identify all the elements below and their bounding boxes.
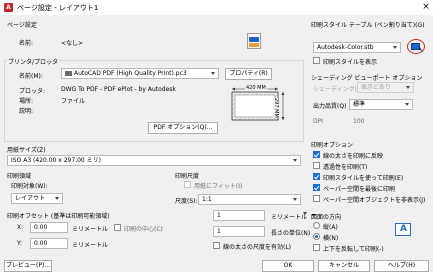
plot-area-group-label: 印刷領域 [7, 173, 32, 180]
plot-target-label: 印刷対象(W): [11, 183, 48, 190]
description-label: 説明: [19, 108, 34, 115]
landscape-label: 横(N) [323, 235, 339, 242]
printer-name-select[interactable]: AutoCAD PDF (High Quality Print).pc3 [61, 68, 219, 79]
plot-lineweights-label: 線の太さを印刷に反映 [323, 153, 384, 160]
plotter-value: DWG To PDF - PDF ePlot - by Autodesk [61, 86, 176, 93]
fit-to-paper-checkbox[interactable] [184, 181, 191, 188]
help-button[interactable]: ヘルプ(H) [374, 260, 429, 272]
center-plot-label: 印刷の中心(C) [124, 226, 163, 233]
plot-style-select[interactable]: Autodesk-Color.stb [313, 42, 401, 53]
orientation-group-label: 図面の方向 [311, 214, 342, 221]
plot-transparency-checkbox[interactable] [313, 162, 320, 169]
preview-width-label: 420 MM [245, 85, 267, 91]
plot-style-group-label: 印刷スタイル テーブル (ペン割り当て)(G) [311, 22, 425, 29]
display-plot-styles-label: 印刷スタイルを表示 [323, 59, 378, 66]
plot-offset-group-label: 印刷オフセット (基準は印刷可能領域) [7, 213, 110, 220]
title-bar: A ページ設定 - レイアウト1 × [0, 0, 433, 15]
landscape-radio[interactable] [313, 233, 320, 240]
shaded-viewport-group-label: シェーディング ビューポート オプション [311, 75, 423, 82]
dpi-label: DPI [313, 118, 324, 125]
ok-button[interactable]: OK [262, 260, 314, 272]
fit-to-paper-label: 用紙にフィット(I) [194, 183, 243, 190]
close-button[interactable]: × [420, 1, 432, 13]
x-offset-label: X: [17, 224, 24, 231]
scale-lineweights-label: 線の太さの尺度を有効(L) [223, 244, 292, 251]
quality-select[interactable]: 標準 [349, 99, 413, 110]
edit-plot-style-button[interactable]: ↖ [407, 39, 425, 54]
scale-select[interactable]: 1:1 [198, 194, 301, 205]
center-plot-checkbox[interactable] [114, 224, 121, 231]
scale-unit2-label: 長さの単位(N) [271, 230, 311, 237]
printer-group-label: プリンタ/プロッタ [7, 57, 60, 66]
location-label: 場所: [19, 98, 34, 105]
display-plot-styles-checkbox[interactable] [313, 57, 320, 64]
dwg-file-icon [247, 33, 261, 49]
printer-name-value: AutoCAD PDF (High Quality Print).pc3 [74, 70, 187, 77]
upside-down-label: 上下を反転して印刷(-) [323, 246, 384, 253]
scale-unit1-select[interactable]: ミリメートル [271, 212, 307, 221]
quality-label: 出力品質(Q) [313, 103, 347, 110]
location-value: ファイル [61, 98, 86, 105]
mouse-cursor-icon: ↖ [418, 46, 424, 54]
preview-height-label: 297 MM [273, 98, 279, 118]
plotter-label: プロッタ: [19, 88, 46, 95]
preview-button[interactable]: プレビュー(P)... [4, 260, 52, 272]
properties-button[interactable]: プロパティ(R) [225, 68, 272, 80]
window-title: ページ設定 - レイアウト1 [17, 4, 99, 12]
scale-lineweights-checkbox[interactable] [213, 242, 220, 249]
hide-paperspace-objects-checkbox[interactable] [313, 195, 320, 202]
plot-target-select[interactable]: レイアウト [11, 193, 63, 204]
cancel-button[interactable]: キャンセル [318, 260, 370, 272]
app-icon: A [4, 3, 13, 12]
plot-options-group-label: 印刷オプション [311, 142, 354, 149]
x-offset-input[interactable]: 0.00 [30, 222, 68, 233]
y-offset-unit: ミリメートル [72, 242, 109, 249]
shade-plot-select[interactable]: 表示どおり [357, 82, 414, 93]
plot-with-styles-label: 印刷スタイルを使って印刷(E) [323, 175, 404, 182]
scale-value2-input[interactable]: 1 [213, 226, 265, 237]
pdf-options-button[interactable]: PDF オプション(Q)... [148, 122, 218, 134]
printer-name-label: 名前(M): [19, 73, 43, 80]
portrait-radio[interactable] [313, 222, 320, 229]
plot-paperspace-last-checkbox[interactable] [313, 184, 320, 191]
plot-paperspace-last-label: ペーパー空間を最後に印刷 [323, 186, 395, 193]
landscape-orientation-icon: A [395, 223, 411, 236]
y-offset-label: Y: [17, 240, 22, 247]
scale-label: 尺度(S): [175, 198, 198, 205]
x-offset-unit: ミリメートル [72, 226, 109, 233]
page-setup-name-label: 名前: [19, 40, 34, 47]
dpi-value: 100 [353, 118, 365, 125]
paper-size-select[interactable]: ISO A3 (420.00 x 297.00 ミリ) [7, 155, 301, 166]
portrait-label: 縦(A) [323, 224, 338, 231]
printer-icon [65, 71, 72, 76]
page-setup-name-value: <なし> [61, 40, 84, 47]
plot-with-styles-checkbox[interactable] [313, 173, 320, 180]
upside-down-checkbox[interactable] [313, 244, 320, 251]
paper-preview: 420 MM 297 MM [228, 84, 293, 122]
y-offset-input[interactable]: 0.00 [30, 238, 68, 249]
plot-transparency-label: 透過性を印刷(T) [323, 164, 368, 171]
hide-paperspace-objects-label: ペーパー空間オブジェクトを非表示(J) [323, 197, 426, 204]
scale-value1-input[interactable]: 1 [213, 210, 265, 221]
page-setup-group-label: ページ設定 [7, 22, 37, 29]
plot-lineweights-checkbox[interactable] [313, 151, 320, 158]
paper-size-label: 用紙サイズ(Z) [7, 147, 46, 154]
plot-scale-group-label: 印刷尺度 [175, 173, 200, 180]
unit-dropdown-arrow-icon[interactable] [303, 211, 309, 217]
